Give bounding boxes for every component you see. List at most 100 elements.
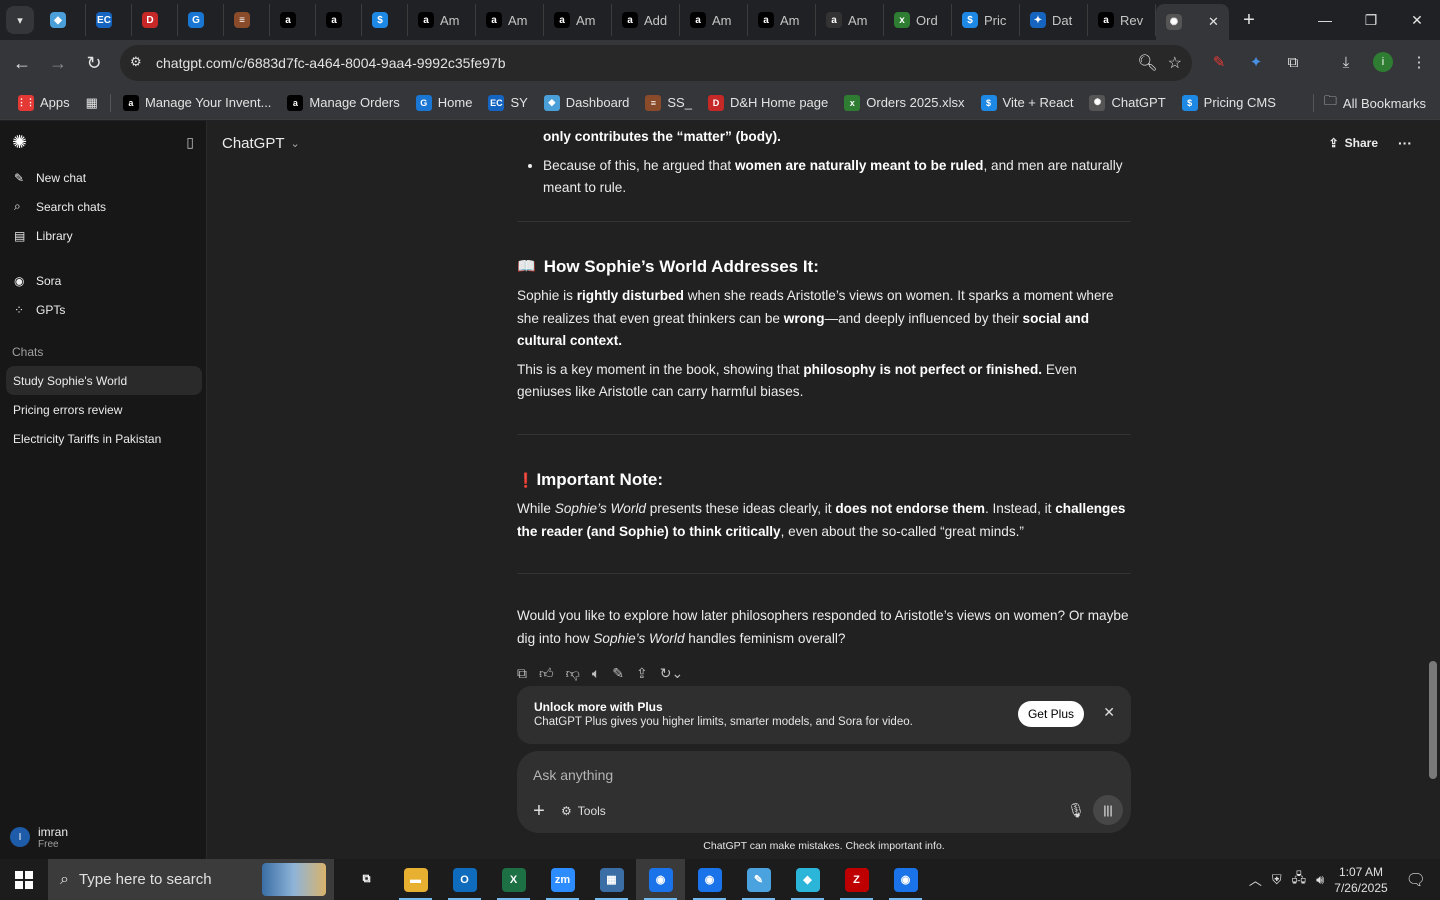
prompt-input[interactable]	[533, 763, 1093, 787]
browser-tab[interactable]: ✦ Dat	[1020, 4, 1088, 36]
sidebar-item-sora[interactable]: ◉ Sora	[0, 266, 206, 295]
bookmark-item[interactable]: a Manage Orders	[279, 94, 407, 111]
browser-tab[interactable]: x Ord	[884, 4, 952, 36]
browser-tab[interactable]: $ Pric	[952, 4, 1020, 36]
taskbar-app-chrome-2[interactable]: ◉	[881, 859, 930, 900]
sidebar-item-search-chats[interactable]: ⌕ Search chats	[0, 192, 206, 221]
bookmark-star-icon[interactable]: ☆	[1168, 53, 1182, 73]
new-tab-button[interactable]: +	[1235, 6, 1263, 34]
taskbar-app-file-explorer[interactable]: ▬	[391, 859, 440, 900]
browser-tab[interactable]: a Add	[612, 4, 680, 36]
download-icon[interactable]: ⤓	[1332, 48, 1360, 76]
bookmark-item[interactable]: ≡ SS_	[637, 94, 700, 111]
chat-history-item[interactable]: Pricing errors review	[6, 395, 202, 424]
tools-button[interactable]: ⚙ Tools	[561, 801, 606, 821]
tab-active-chatgpt[interactable]: ✺ ✕	[1156, 4, 1229, 40]
regenerate-icon[interactable]: ↻⌄	[660, 662, 683, 685]
thumbs-down-icon[interactable]: 👎︎	[566, 662, 580, 685]
browser-tab[interactable]: a Am	[476, 4, 544, 36]
more-options-icon[interactable]: ···	[1398, 135, 1412, 151]
browser-tab[interactable]: a Rev	[1088, 4, 1156, 36]
taskbar-app-chrome-profile[interactable]: ◉	[685, 859, 734, 900]
zoom-icon[interactable]: 🔍︎	[1137, 53, 1157, 73]
sidebar-item-gpts[interactable]: ⁘ GPTs	[0, 295, 206, 324]
forward-button[interactable]: →	[40, 45, 76, 81]
bookmark-item[interactable]: ◆ Dashboard	[536, 94, 638, 111]
tab-groups-icon[interactable]: ▦	[78, 95, 106, 111]
bookmark-item[interactable]: ⋮⋮ Apps	[10, 94, 78, 111]
share-icon[interactable]: ⇪	[636, 662, 648, 685]
browser-tab[interactable]: EC	[86, 4, 132, 36]
close-icon[interactable]: ✕	[1103, 704, 1115, 721]
close-sidebar-icon[interactable]: ▯	[186, 134, 194, 151]
taskbar-app-vpn[interactable]: ◆	[783, 859, 832, 900]
model-selector[interactable]: ChatGPT ⌄	[222, 135, 300, 152]
bookmark-item[interactable]: D D&H Home page	[700, 94, 836, 111]
minimize-button[interactable]: —	[1302, 0, 1348, 40]
taskbar-app-chrome[interactable]: ◉	[636, 859, 685, 900]
sidebar-item-library[interactable]: ▤ Library	[0, 221, 206, 250]
get-plus-button[interactable]: Get Plus	[1017, 701, 1084, 727]
browser-tab[interactable]: G	[178, 4, 224, 36]
security-icon[interactable]: ⛨	[1272, 872, 1282, 888]
reload-button[interactable]: ↻	[76, 45, 112, 81]
close-window-button[interactable]: ✕	[1394, 0, 1440, 40]
scrollbar-thumb[interactable]	[1429, 661, 1437, 779]
extensions-puzzle-icon[interactable]: ⧉	[1279, 48, 1307, 76]
clock[interactable]: 1:07 AM 7/26/2025	[1334, 864, 1387, 896]
url-text[interactable]: chatgpt.com/c/6883d7fc-a464-8004-9aa4-99…	[156, 55, 505, 71]
volume-icon[interactable]: 🔊︎	[1316, 872, 1324, 888]
edit-icon[interactable]: ✎	[612, 662, 624, 685]
taskbar-app-task-view[interactable]: ⧉	[342, 859, 391, 900]
read-aloud-icon[interactable]: 🔈︎	[592, 662, 600, 685]
browser-tab[interactable]: D	[132, 4, 178, 36]
network-icon[interactable]: 🖧︎	[1292, 869, 1307, 891]
back-button[interactable]: ←	[4, 45, 40, 81]
taskbar-app-notes[interactable]: ✎	[734, 859, 783, 900]
chat-history-item[interactable]: Study Sophie's World	[6, 366, 202, 395]
taskbar-app-filezilla[interactable]: Z	[832, 859, 881, 900]
bookmark-item[interactable]: $ Pricing CMS	[1174, 94, 1284, 111]
browser-menu-icon[interactable]: ⋮	[1405, 48, 1433, 76]
maximize-button[interactable]: ❐	[1348, 0, 1394, 40]
chevron-up-icon[interactable]: ︿	[1249, 870, 1262, 889]
chatgpt-logo-icon[interactable]: ✺	[12, 132, 27, 153]
thumbs-up-icon[interactable]: 👍︎	[539, 662, 554, 685]
taskbar-app-calculator[interactable]: ▦	[587, 859, 636, 900]
browser-tab[interactable]: a	[316, 4, 362, 36]
browser-tab[interactable]: ≡	[224, 4, 270, 36]
copy-icon[interactable]: ⧉	[517, 662, 527, 685]
sidebar-item-new-chat[interactable]: ✎ New chat	[0, 163, 206, 192]
start-button[interactable]	[0, 859, 48, 900]
browser-tab[interactable]: a	[270, 4, 316, 36]
taskbar-app-excel[interactable]: X	[489, 859, 538, 900]
bookmark-item[interactable]: a Manage Your Invent...	[115, 94, 279, 111]
bookmark-item[interactable]: G Home	[408, 94, 481, 111]
browser-tab[interactable]: a Am	[816, 4, 884, 36]
bookmark-item[interactable]: ✺ ChatGPT	[1081, 94, 1173, 111]
browser-tab[interactable]: a Am	[680, 4, 748, 36]
microphone-icon[interactable]: 🎙︎	[1067, 802, 1085, 819]
bookmark-item[interactable]: $ Vite + React	[973, 94, 1082, 111]
close-tab-icon[interactable]: ✕	[1208, 14, 1219, 30]
browser-tab[interactable]: a Am	[748, 4, 816, 36]
add-attachment-button[interactable]: +	[529, 800, 549, 822]
voice-mode-button[interactable]: |||	[1093, 795, 1123, 825]
browser-tab[interactable]: a Am	[408, 4, 476, 36]
browser-tab[interactable]: a Am	[544, 4, 612, 36]
profile-avatar[interactable]: i	[1369, 48, 1397, 76]
taskbar-search[interactable]: ⌕ Type here to search	[48, 859, 334, 900]
all-bookmarks-button[interactable]: 🗀 All Bookmarks	[1309, 86, 1426, 120]
user-menu[interactable]: I imran Free	[0, 815, 207, 859]
notifications-icon[interactable]: 🗨︎	[1406, 870, 1426, 890]
browser-tab[interactable]: ◆	[40, 4, 86, 36]
address-bar[interactable]: ⚙ chatgpt.com/c/6883d7fc-a464-8004-9aa4-…	[120, 45, 1192, 81]
extension-blue-icon[interactable]: ✦	[1242, 48, 1270, 76]
extension-pen-icon[interactable]: ✎	[1205, 48, 1233, 76]
taskbar-app-zoom[interactable]: zm	[538, 859, 587, 900]
share-button[interactable]: ⇪ Share	[1329, 136, 1378, 150]
bookmark-item[interactable]: x Orders 2025.xlsx	[836, 94, 972, 111]
browser-tab[interactable]: $	[362, 4, 408, 36]
bookmark-item[interactable]: EC SY	[480, 94, 535, 111]
site-info-icon[interactable]: ⚙	[130, 54, 142, 70]
